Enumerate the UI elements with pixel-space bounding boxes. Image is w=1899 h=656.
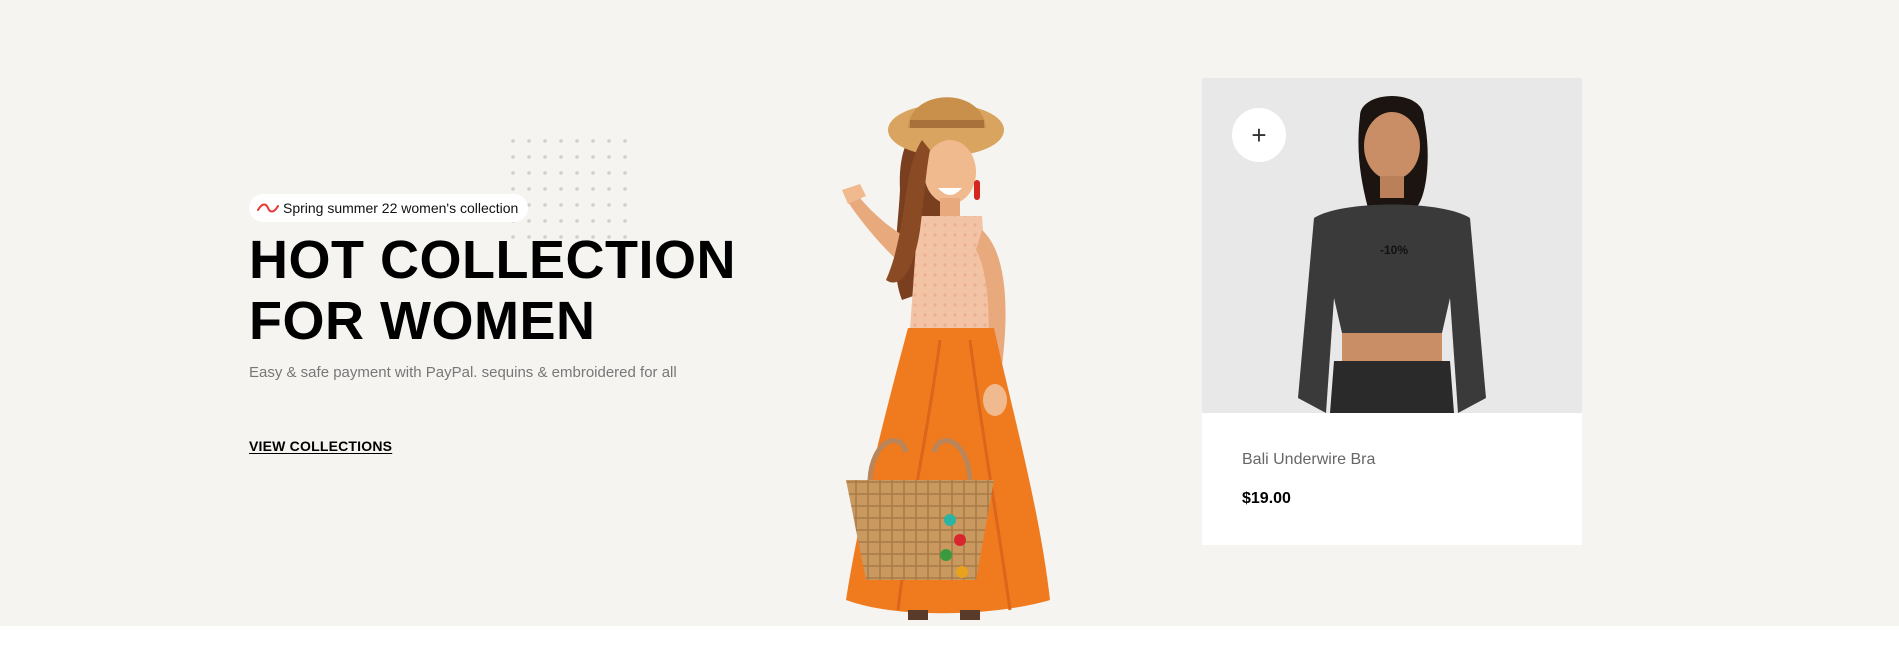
plus-icon[interactable]: + bbox=[1232, 108, 1286, 162]
model-image bbox=[842, 97, 1050, 620]
product-image[interactable]: + -10% bbox=[1202, 78, 1582, 413]
headline-line-1: HOT COLLECTION bbox=[249, 230, 736, 290]
page-title: HOT COLLECTION FOR WOMEN bbox=[249, 230, 736, 352]
product-name[interactable]: Bali Underwire Bra bbox=[1242, 451, 1375, 469]
discount-badge: -10% bbox=[1380, 243, 1409, 257]
hero-subtitle: Easy & safe payment with PayPal. sequins… bbox=[249, 364, 677, 381]
wave-icon bbox=[257, 203, 279, 213]
product-price: $19.00 bbox=[1242, 490, 1291, 507]
tagline-text: Spring summer 22 women's collection bbox=[283, 200, 519, 216]
tagline-badge: Spring summer 22 women's collection bbox=[249, 194, 529, 222]
hero-section: Spring summer 22 women's collection HOT … bbox=[0, 0, 1899, 626]
dot-pattern bbox=[505, 133, 635, 243]
headline-line-2: FOR WOMEN bbox=[249, 291, 596, 351]
view-collections-link[interactable]: VIEW COLLECTIONS bbox=[249, 438, 392, 454]
product-card[interactable]: + -10% Bali Underwire Bra $19.00 bbox=[1202, 78, 1582, 545]
